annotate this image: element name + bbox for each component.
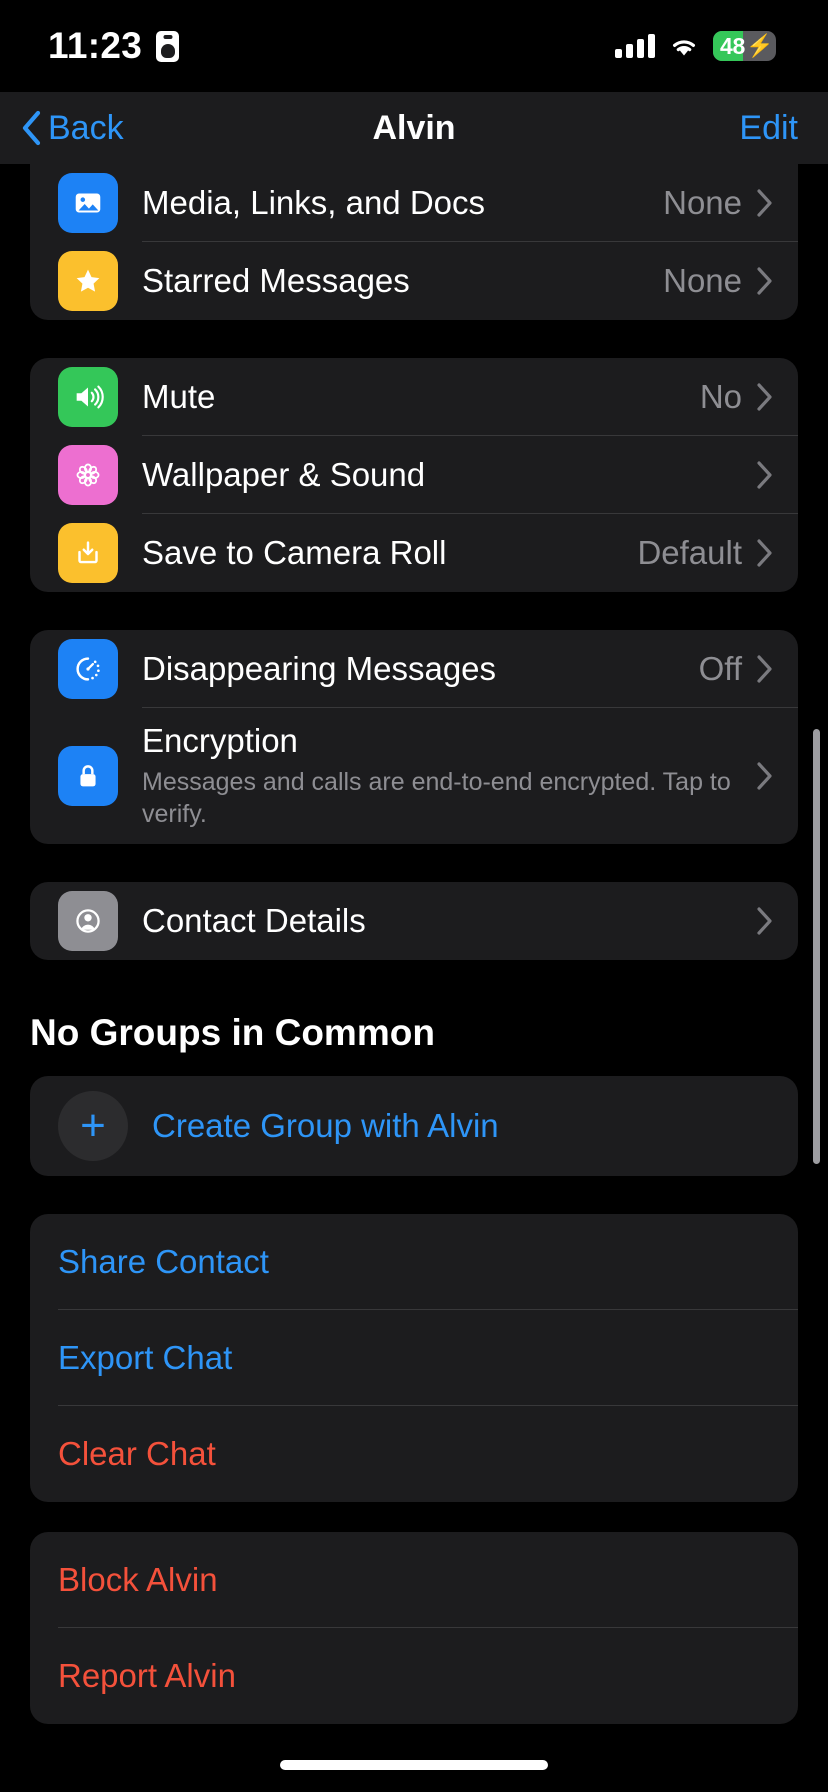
row-clear-chat[interactable]: Clear Chat [30, 1406, 798, 1502]
chevron-left-icon [20, 110, 42, 146]
row-wallpaper-sound[interactable]: Wallpaper & Sound [30, 436, 798, 514]
scrollbar[interactable] [813, 729, 820, 1164]
scroll-content[interactable]: Media, Links, and Docs None Starred Mess… [0, 164, 828, 1792]
chat-settings-section: Mute No Wallpaper & Sound Save to Camera… [30, 358, 798, 592]
person-circle-icon [58, 891, 118, 951]
row-value: Off [698, 650, 742, 687]
actions-section: Share Contact Export Chat Clear Chat [30, 1214, 798, 1502]
timer-icon [58, 639, 118, 699]
row-create-group[interactable]: + Create Group with Alvin [30, 1076, 798, 1176]
contact-details-section: Contact Details [30, 882, 798, 960]
action-label: Report Alvin [58, 1657, 236, 1694]
row-contact-details[interactable]: Contact Details [30, 882, 798, 960]
encryption-text: Encryption Messages and calls are end-to… [142, 722, 756, 830]
plus-icon: + [58, 1091, 128, 1161]
row-media-links-docs[interactable]: Media, Links, and Docs None [30, 164, 798, 242]
speaker-icon [58, 367, 118, 427]
danger-section: Block Alvin Report Alvin [30, 1532, 798, 1724]
action-label: Share Contact [58, 1243, 269, 1280]
privacy-section: Disappearing Messages Off Encryption Mes… [30, 630, 798, 844]
groups-section-header: No Groups in Common [30, 1012, 435, 1053]
media-section: Media, Links, and Docs None Starred Mess… [30, 164, 798, 320]
row-encryption[interactable]: Encryption Messages and calls are end-to… [30, 708, 798, 844]
page-title: Alvin [372, 108, 456, 147]
chevron-right-icon [756, 761, 774, 791]
home-indicator[interactable] [280, 1760, 548, 1770]
chevron-right-icon [756, 382, 774, 412]
phone-screen: 11:23 48 ⚡ Back Alvin Edit Media, Links,… [0, 0, 828, 1792]
status-bar-left: 11:23 [48, 25, 180, 67]
chevron-right-icon [756, 654, 774, 684]
row-label: Wallpaper & Sound [142, 456, 426, 493]
row-value: Default [637, 534, 742, 571]
row-share-contact[interactable]: Share Contact [30, 1214, 798, 1310]
chevron-right-icon [756, 188, 774, 218]
row-export-chat[interactable]: Export Chat [30, 1310, 798, 1406]
star-icon [58, 251, 118, 311]
download-icon [58, 523, 118, 583]
row-label: Mute [142, 378, 216, 415]
row-report-contact[interactable]: Report Alvin [30, 1628, 798, 1724]
row-label: Starred Messages [142, 262, 410, 299]
edit-button[interactable]: Edit [739, 109, 798, 148]
row-label: Media, Links, and Docs [142, 184, 486, 221]
action-label: Clear Chat [58, 1435, 216, 1472]
status-bar-right: 48 ⚡ [615, 31, 776, 61]
row-label: Disappearing Messages [142, 650, 497, 687]
lock-icon [58, 746, 118, 806]
row-value: No [699, 378, 742, 415]
row-starred-messages[interactable]: Starred Messages None [30, 242, 798, 320]
charging-bolt-icon: ⚡ [745, 33, 774, 58]
row-label: Contact Details [142, 902, 366, 939]
back-label: Back [48, 108, 124, 147]
chevron-right-icon [756, 460, 774, 490]
row-label: Save to Camera Roll [142, 534, 447, 571]
cellular-signal-icon [615, 34, 655, 58]
clock: 11:23 [48, 25, 143, 66]
row-subtitle: Messages and calls are end-to-end encryp… [142, 768, 731, 828]
battery-indicator: 48 ⚡ [713, 31, 776, 61]
create-group-section: + Create Group with Alvin [30, 1076, 798, 1176]
row-mute[interactable]: Mute No [30, 358, 798, 436]
wifi-icon [668, 34, 700, 58]
battery-percent: 48 [720, 32, 745, 59]
photo-icon [58, 173, 118, 233]
status-bar: 11:23 48 ⚡ [0, 0, 828, 92]
action-label: Export Chat [58, 1339, 233, 1376]
create-group-label: Create Group with Alvin [152, 1107, 499, 1144]
row-disappearing-messages[interactable]: Disappearing Messages Off [30, 630, 798, 708]
row-label: Encryption [142, 722, 298, 759]
row-value: None [663, 184, 742, 221]
screen-record-icon [156, 30, 180, 62]
row-save-to-camera-roll[interactable]: Save to Camera Roll Default [30, 514, 798, 592]
flower-icon [58, 445, 118, 505]
row-value: None [663, 262, 742, 299]
chevron-right-icon [756, 906, 774, 936]
chevron-right-icon [756, 538, 774, 568]
nav-bar: Back Alvin Edit [0, 92, 828, 164]
row-block-contact[interactable]: Block Alvin [30, 1532, 798, 1628]
chevron-right-icon [756, 266, 774, 296]
action-label: Block Alvin [58, 1561, 218, 1598]
back-button[interactable]: Back [20, 109, 124, 148]
